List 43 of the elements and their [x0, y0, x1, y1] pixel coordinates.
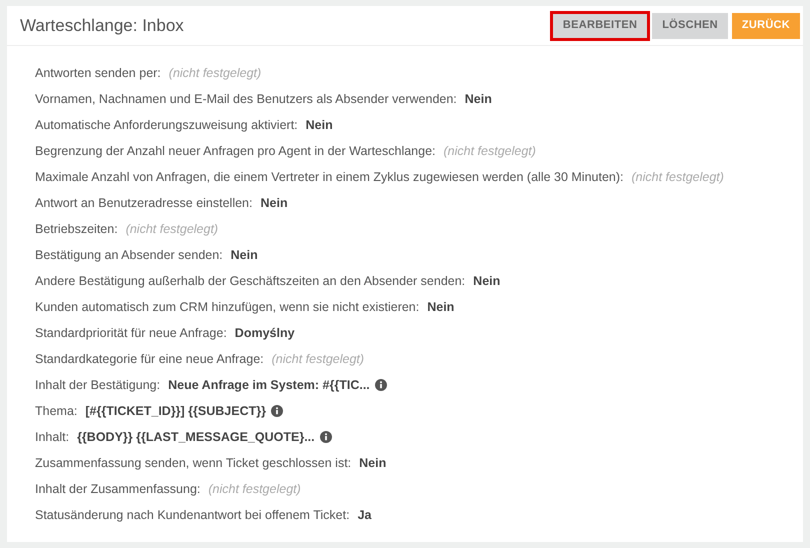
- field-label: Statusänderung nach Kundenantwort bei offenem Ticket:: [35, 506, 350, 524]
- field-label: Zusammenfassung senden, wenn Ticket geschlossen ist:: [35, 454, 352, 472]
- field-label: Vornamen, Nachnamen und E-Mail des Benutzers als Absender verwenden:: [35, 90, 457, 108]
- field-label: Begrenzung der Anzahl neuer Anfragen pro Agent in der Warteschlange:: [35, 142, 436, 160]
- field-value: Nein: [306, 116, 333, 134]
- field-label: Andere Bestätigung außerhalb der Geschäftszeiten an den Absender senden:: [35, 272, 466, 290]
- field-label: Standardkategorie für eine neue Anfrage:: [35, 350, 264, 368]
- field-value: Nein: [464, 90, 492, 108]
- field-value: [#{{TICKET_ID}}] {{SUBJECT}}: [85, 402, 266, 420]
- field-value: Nein: [230, 246, 258, 264]
- field-label: Bestätigung an Absender senden:: [35, 246, 223, 264]
- field-label: Antworten senden per:: [35, 64, 161, 82]
- delete-button[interactable]: LÖSCHEN: [652, 12, 728, 38]
- info-icon[interactable]: [320, 431, 332, 443]
- field-label: Betriebszeiten:: [35, 220, 118, 238]
- field-value: Nein: [427, 298, 454, 316]
- field-label: Automatische Anforderungszuweisung aktiviert:: [35, 116, 298, 134]
- field-label: Kunden automatisch zum CRM hinzufügen, wenn sie nicht existieren:: [35, 298, 420, 316]
- field-value: Nein: [359, 454, 386, 472]
- info-icon[interactable]: [271, 405, 283, 417]
- field-label: Maximale Anzahl von Anfragen, die einem Vertreter in einem Zyklus zugewiesen werden (alle 30 Minuten):: [35, 168, 624, 186]
- field-label: Thema:: [35, 402, 78, 420]
- edit-button[interactable]: BEARBEITEN: [552, 12, 648, 38]
- back-button[interactable]: ZURÜCK: [732, 12, 800, 38]
- field-value: Domyślny: [234, 324, 295, 342]
- field-value: {{BODY}} {{LAST_MESSAGE_QUOTE}...: [77, 428, 315, 446]
- field-value: (nicht festgelegt): [272, 350, 364, 368]
- field-label: Standardpriorität für neue Anfrage:: [35, 324, 227, 342]
- field-value: Neue Anfrage im System: #{{TIC...: [168, 376, 370, 394]
- field-label: Inhalt der Zusammenfassung:: [35, 480, 200, 498]
- field-label: Antwort an Benutzeradresse einstellen:: [35, 194, 252, 212]
- field-label: Inhalt der Bestätigung:: [35, 376, 160, 394]
- field-value: Nein: [260, 194, 288, 212]
- field-value: (nicht festgelegt): [208, 480, 301, 498]
- field-value: (nicht festgelegt): [168, 64, 262, 82]
- page-title: Warteschlange: Inbox: [20, 14, 184, 37]
- field-value: (nicht festgelegt): [632, 168, 724, 186]
- field-value: Nein: [473, 272, 500, 290]
- field-value: (nicht festgelegt): [444, 142, 536, 160]
- info-icon[interactable]: [374, 379, 387, 391]
- field-value: Ja: [358, 506, 372, 524]
- field-value: (nicht festgelegt): [126, 220, 218, 238]
- field-label: Inhalt:: [35, 428, 70, 446]
